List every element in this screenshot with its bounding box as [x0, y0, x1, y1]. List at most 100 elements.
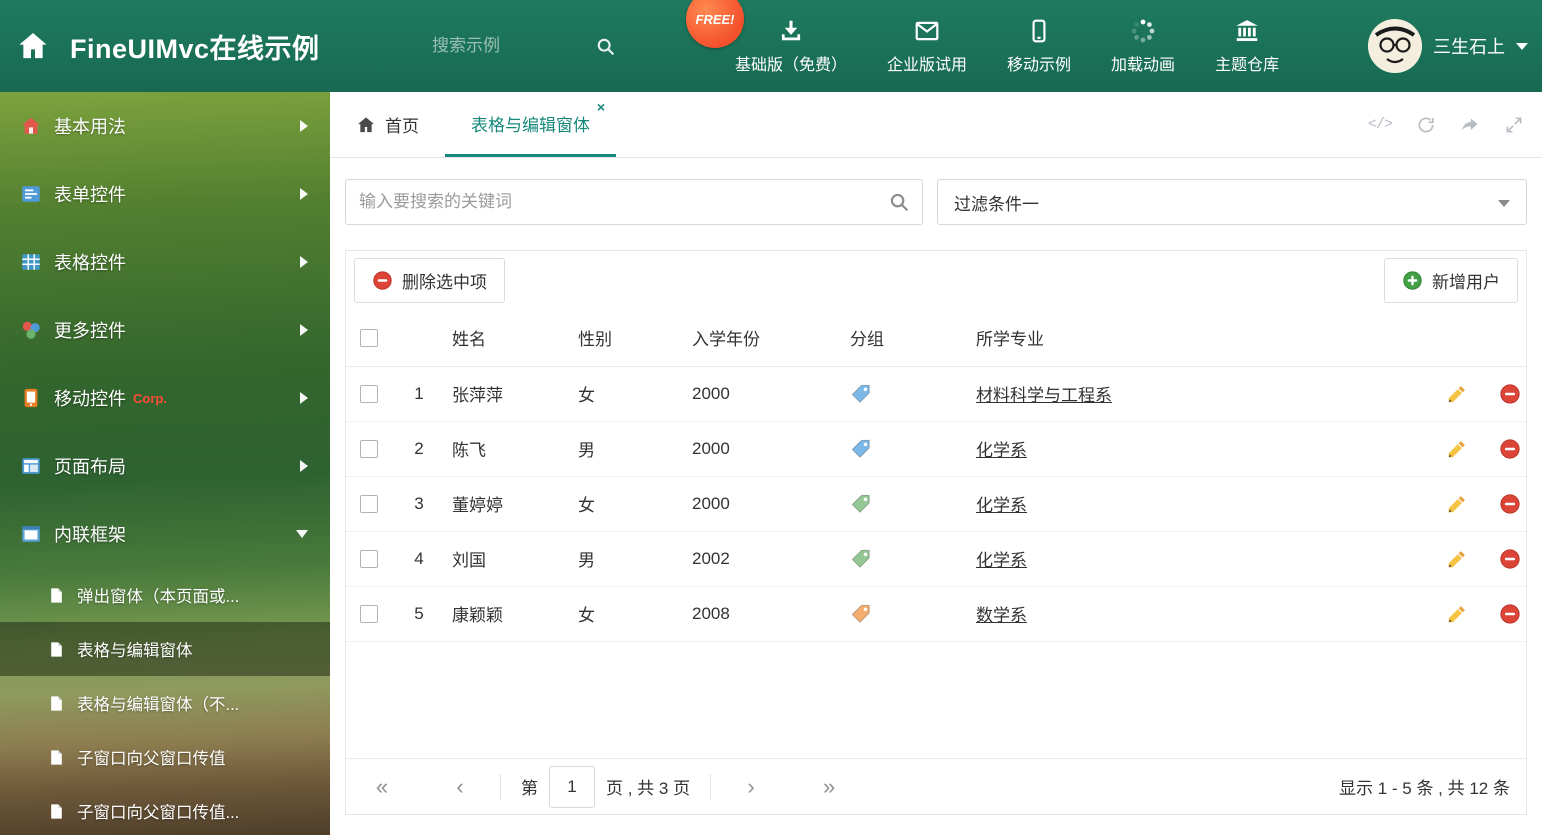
- sidebar-subitem-child-to-parent[interactable]: 子窗口向父窗口传值: [0, 730, 330, 784]
- header-search-input[interactable]: [430, 35, 595, 57]
- column-index: [392, 310, 446, 367]
- edit-button[interactable]: [1446, 548, 1468, 570]
- first-page-button[interactable]: «: [362, 774, 402, 800]
- delete-button[interactable]: [1499, 603, 1521, 625]
- record-summary: 显示 1 - 5 条 , 共 12 条: [1339, 779, 1510, 798]
- filter-dropdown[interactable]: 过滤条件一: [937, 179, 1527, 225]
- table-row: 4 刘国 男 2002 化学系: [346, 531, 1526, 587]
- tab-bar: 首页 表格与编辑窗体 × </>: [330, 92, 1542, 158]
- user-menu[interactable]: 三生石上: [1368, 0, 1528, 92]
- prev-page-button[interactable]: ‹: [440, 774, 480, 800]
- mobile-icon: [1032, 19, 1046, 42]
- plus-circle-icon: [1403, 271, 1422, 290]
- fullscreen-icon[interactable]: [1504, 115, 1524, 135]
- sidebar-item-basic-usage[interactable]: 基本用法: [0, 92, 330, 160]
- minus-circle-icon: [1500, 548, 1520, 569]
- iframe-icon: [22, 526, 40, 542]
- close-icon[interactable]: ×: [597, 100, 605, 114]
- sidebar-item-grid-controls[interactable]: 表格控件: [0, 228, 330, 296]
- cell-gender: 男: [572, 531, 686, 587]
- column-year: 入学年份: [686, 310, 844, 367]
- major-link[interactable]: 材料科学与工程系: [976, 386, 1112, 405]
- row-checkbox[interactable]: [360, 495, 378, 514]
- select-all-checkbox[interactable]: [360, 329, 378, 348]
- sidebar-subitem-child-to-parent-2[interactable]: 子窗口向父窗口传值...: [0, 784, 330, 835]
- row-checkbox[interactable]: [360, 605, 378, 624]
- row-checkbox[interactable]: [360, 440, 378, 459]
- nav-item-loading-animations[interactable]: 加载动画: [1111, 18, 1175, 75]
- sidebar-item-iframe[interactable]: 内联框架: [0, 500, 330, 568]
- delete-button[interactable]: [1499, 438, 1521, 460]
- home-icon: [19, 32, 47, 59]
- minus-circle-icon: [1500, 603, 1520, 624]
- button-label: 新增用户: [1432, 273, 1500, 292]
- corp-badge: Corp.: [133, 390, 167, 406]
- add-user-button[interactable]: 新增用户: [1384, 258, 1518, 303]
- row-checkbox[interactable]: [360, 385, 378, 404]
- nav-item-basic-edition[interactable]: 基础版（免费）: [735, 18, 847, 75]
- edit-button[interactable]: [1446, 493, 1468, 515]
- nav-item-mobile-demo[interactable]: 移动示例: [1007, 18, 1071, 75]
- filter-dropdown-value: 过滤条件一: [954, 194, 1039, 214]
- grid-panel: 删除选中项 新增用户 姓名 性别 入学年份 分组 所学专业 1 张萍萍 女 20…: [345, 250, 1527, 815]
- tab-grid-edit-window[interactable]: 表格与编辑窗体 ×: [445, 92, 616, 157]
- cell-name: 康颖颖: [446, 586, 572, 642]
- major-link[interactable]: 化学系: [976, 551, 1027, 570]
- sidebar-item-page-layout[interactable]: 页面布局: [0, 432, 330, 500]
- edit-button[interactable]: [1446, 383, 1468, 405]
- next-page-button[interactable]: ›: [731, 774, 771, 800]
- content: 过滤条件一 删除选中项 新增用户: [330, 158, 1542, 835]
- sidebar-item-label: 基本用法: [54, 117, 126, 137]
- nav-item-enterprise-trial[interactable]: 企业版试用: [887, 18, 967, 75]
- row-checkbox[interactable]: [360, 550, 378, 569]
- sidebar-item-label: 更多控件: [54, 321, 126, 341]
- chevron-right-icon: [300, 188, 308, 200]
- search-icon[interactable]: [595, 36, 616, 57]
- cell-year: 2000: [686, 421, 844, 477]
- delete-button[interactable]: [1499, 383, 1521, 405]
- chevron-right-icon: [300, 120, 308, 132]
- keyword-search-input[interactable]: [345, 179, 923, 225]
- cell-name: 董婷婷: [446, 476, 572, 532]
- table-empty-space: [346, 642, 1526, 759]
- sidebar-subitem-popup-window[interactable]: 弹出窗体（本页面或...: [0, 568, 330, 622]
- file-icon: [51, 587, 62, 603]
- source-code-icon[interactable]: </>: [1368, 116, 1393, 133]
- major-link[interactable]: 化学系: [976, 496, 1027, 515]
- sidebar-subitem-grid-edit-window-2[interactable]: 表格与编辑窗体（不...: [0, 676, 330, 730]
- sidebar-item-label: 页面布局: [54, 457, 126, 477]
- last-page-button[interactable]: »: [809, 774, 849, 800]
- row-index: 5: [392, 586, 446, 642]
- grid-icon: [22, 254, 40, 270]
- delete-selected-button[interactable]: 删除选中项: [354, 258, 505, 303]
- open-in-new-icon[interactable]: [1460, 115, 1480, 135]
- major-link[interactable]: 化学系: [976, 441, 1027, 460]
- sidebar-item-mobile-controls[interactable]: 移动控件 Corp.: [0, 364, 330, 432]
- page-prefix-label: 第: [521, 779, 538, 798]
- app-title: FineUIMvc在线示例: [70, 33, 320, 64]
- column-group: 分组: [844, 310, 970, 367]
- sidebar-subitem-grid-edit-window[interactable]: 表格与编辑窗体: [0, 622, 330, 676]
- major-link[interactable]: 数学系: [976, 606, 1027, 625]
- pencil-icon: [1448, 385, 1465, 402]
- nav-item-label: 企业版试用: [887, 56, 968, 74]
- chevron-right-icon: [300, 392, 308, 404]
- tab-home[interactable]: 首页: [330, 92, 445, 157]
- refresh-icon[interactable]: [1416, 115, 1436, 135]
- brand[interactable]: FineUIMvc在线示例: [16, 0, 320, 92]
- edit-button[interactable]: [1446, 603, 1468, 625]
- column-actions: [1414, 310, 1526, 367]
- sidebar-item-label: 表格控件: [54, 253, 126, 273]
- table-row: 3 董婷婷 女 2000 化学系: [346, 476, 1526, 532]
- page-number-input[interactable]: [549, 765, 595, 808]
- chevron-down-icon: [296, 530, 308, 538]
- sidebar-item-form-controls[interactable]: 表单控件: [0, 160, 330, 228]
- sidebar-item-more-controls[interactable]: 更多控件: [0, 296, 330, 364]
- delete-button[interactable]: [1499, 548, 1521, 570]
- edit-button[interactable]: [1446, 438, 1468, 460]
- search-icon[interactable]: [888, 191, 910, 213]
- column-gender: 性别: [572, 310, 686, 367]
- top-header: FineUIMvc在线示例 FREE! 基础版（免费） 企业版试用 移动示例 加…: [0, 0, 1542, 92]
- nav-item-theme-store[interactable]: 主题仓库: [1215, 18, 1279, 75]
- delete-button[interactable]: [1499, 493, 1521, 515]
